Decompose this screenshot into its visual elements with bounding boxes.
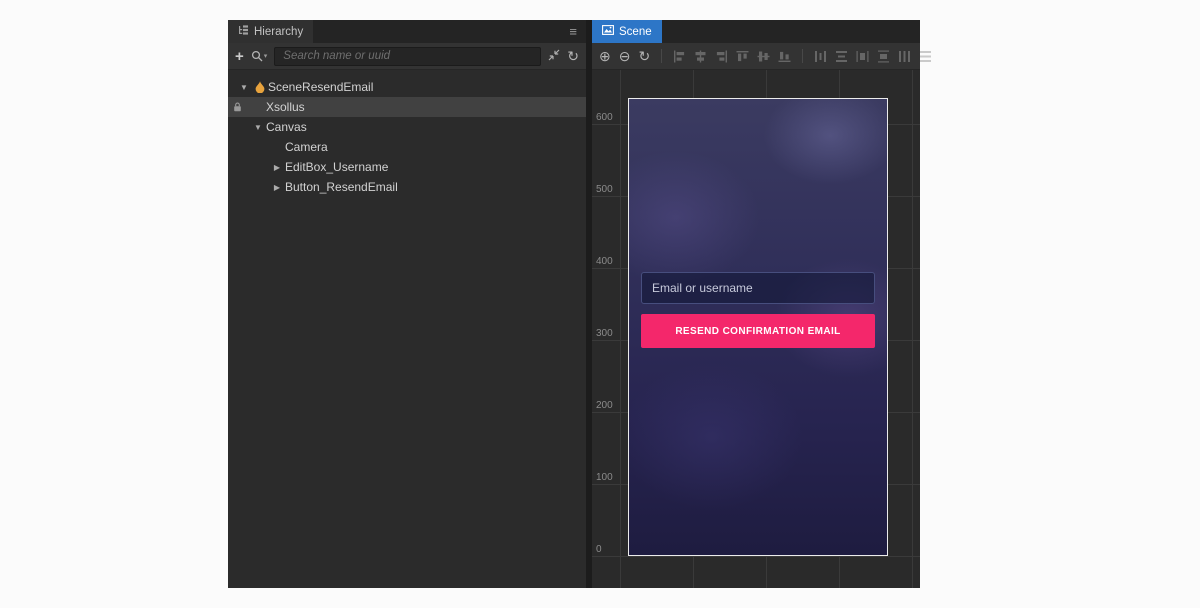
- ruler-label: 400: [596, 256, 613, 267]
- tree-row-label: Button_ResendEmail: [285, 180, 398, 194]
- tree-row-label: Canvas: [266, 120, 307, 134]
- reset-view-icon[interactable]: ↻: [638, 49, 650, 63]
- expander-icon[interactable]: ▶: [269, 183, 285, 192]
- toolbar-divider: [661, 49, 662, 63]
- collapse-all-icon[interactable]: [548, 49, 560, 63]
- space-v-icon[interactable]: [877, 50, 890, 63]
- distribute-h-icon[interactable]: [814, 50, 827, 63]
- ruler-label: 300: [596, 328, 613, 339]
- tab-scene-label: Scene: [619, 26, 652, 38]
- space-h-icon[interactable]: [856, 50, 869, 63]
- button-resend-email[interactable]: RESEND CONFIRMATION EMAIL: [641, 314, 875, 348]
- editbox-username[interactable]: Email or username: [641, 272, 875, 304]
- toolbar-divider: [802, 49, 803, 63]
- tree-row-label: Camera: [285, 140, 328, 154]
- tree-row-label: SceneResendEmail: [268, 80, 373, 94]
- tab-hierarchy[interactable]: Hierarchy: [228, 20, 313, 43]
- scene-viewport[interactable]: 600 500 400 300 200 100 0 Email or usern…: [592, 70, 920, 588]
- tab-scene[interactable]: Scene: [592, 20, 662, 43]
- tree-row-editbox[interactable]: ▶ EditBox_Username: [228, 157, 586, 177]
- hierarchy-tree: ▼ SceneResendEmail Xsollus: [228, 70, 586, 588]
- refresh-icon[interactable]: ↻: [567, 49, 579, 63]
- search-filter-button[interactable]: ▾: [251, 50, 268, 62]
- align-right-icon[interactable]: [715, 50, 728, 63]
- scene-toolbar: ⊕ ⊖ ↻: [592, 43, 920, 70]
- lock-icon[interactable]: [233, 102, 242, 112]
- ruler-label: 0: [596, 544, 602, 555]
- hierarchy-panel: Hierarchy ≡ + ▾ ↻ ▼: [228, 20, 586, 588]
- expand-v-icon[interactable]: [919, 50, 932, 63]
- ruler-label: 100: [596, 472, 613, 483]
- align-center-h-icon[interactable]: [694, 50, 707, 63]
- scene-panel: Scene ⊕ ⊖ ↻: [592, 20, 920, 588]
- tree-row-label: EditBox_Username: [285, 160, 388, 174]
- design-canvas[interactable]: Email or username RESEND CONFIRMATION EM…: [628, 98, 888, 556]
- align-center-v-icon[interactable]: [757, 50, 770, 63]
- zoom-in-icon[interactable]: ⊕: [599, 49, 611, 63]
- scene-tab-icon: [602, 25, 614, 38]
- expander-icon[interactable]: ▼: [250, 123, 266, 132]
- scene-node-icon: [252, 81, 268, 93]
- tree-row-label: Xsollus: [266, 100, 305, 114]
- scene-header: Scene: [592, 20, 920, 43]
- search-icon: [251, 50, 263, 62]
- create-node-button[interactable]: +: [235, 49, 244, 64]
- ruler-label: 500: [596, 184, 613, 195]
- align-left-icon[interactable]: [673, 50, 686, 63]
- tree-row-camera[interactable]: Camera: [228, 137, 586, 157]
- align-top-icon[interactable]: [736, 50, 749, 63]
- tree-row-canvas[interactable]: ▼ Canvas: [228, 117, 586, 137]
- ruler-label: 200: [596, 400, 613, 411]
- search-input[interactable]: [274, 47, 541, 66]
- align-bottom-icon[interactable]: [778, 50, 791, 63]
- hierarchy-header: Hierarchy ≡: [228, 20, 586, 43]
- tree-row-scene[interactable]: ▼ SceneResendEmail: [228, 77, 586, 97]
- zoom-out-icon[interactable]: ⊖: [619, 49, 631, 63]
- tree-row-xsollus[interactable]: Xsollus: [228, 97, 586, 117]
- hierarchy-icon: [238, 25, 249, 39]
- ruler-label: 600: [596, 112, 613, 123]
- tree-row-button[interactable]: ▶ Button_ResendEmail: [228, 177, 586, 197]
- expander-icon[interactable]: ▶: [269, 163, 285, 172]
- hierarchy-toolbar: + ▾ ↻: [228, 43, 586, 70]
- distribute-v-icon[interactable]: [835, 50, 848, 63]
- chevron-down-icon: ▾: [264, 52, 268, 60]
- panel-menu-icon[interactable]: ≡: [569, 20, 577, 43]
- tab-hierarchy-label: Hierarchy: [254, 26, 303, 38]
- editor-window: Hierarchy ≡ + ▾ ↻ ▼: [228, 20, 920, 588]
- expand-h-icon[interactable]: [898, 50, 911, 63]
- expander-icon[interactable]: ▼: [236, 83, 252, 92]
